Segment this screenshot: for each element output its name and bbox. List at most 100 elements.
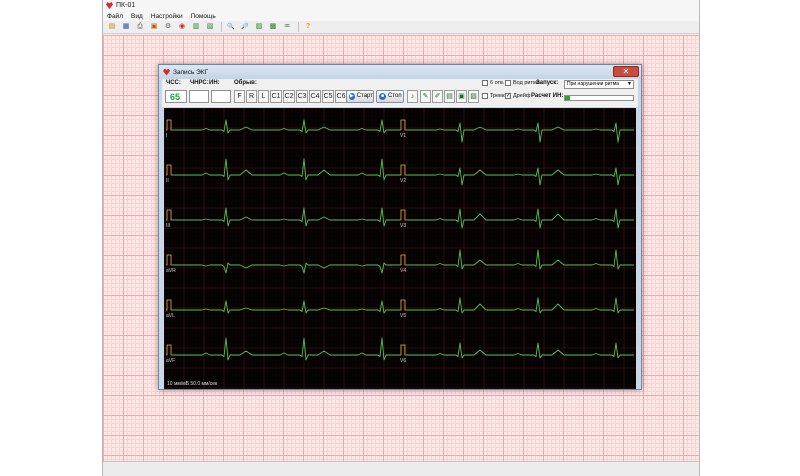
signal-icon[interactable]: ♒ bbox=[281, 21, 293, 33]
six-leads-checkbox[interactable]: 6 отв. bbox=[482, 80, 505, 86]
heart-rate-display: 65 bbox=[165, 90, 187, 103]
calibration-pulse bbox=[400, 164, 407, 176]
calibration-pulse bbox=[400, 119, 407, 131]
scale-status-text: 10 мм/мВ 50.0 мм/сек bbox=[167, 381, 218, 387]
ecg-record-dialog: Запись ЭКГ ✕ ЧСС: 65 ЧНРС: ИН: Обрыв: F … bbox=[158, 64, 642, 390]
menu-view[interactable]: Вид bbox=[127, 13, 147, 20]
lead-indicator-l: L bbox=[258, 90, 269, 103]
hm-label: ИН: bbox=[209, 80, 220, 86]
menu-file[interactable]: Файл bbox=[103, 13, 127, 20]
save-ecg-icon[interactable]: ▣ bbox=[456, 90, 467, 103]
pen-icon[interactable]: ✎ bbox=[420, 90, 431, 103]
lead-label-v6: V6 bbox=[400, 358, 406, 364]
lead-indicator-c1: C1 bbox=[270, 90, 282, 103]
print-icon[interactable]: ⎙ bbox=[134, 21, 146, 33]
heart-icon bbox=[163, 68, 170, 76]
save-icon[interactable]: ▦ bbox=[120, 21, 132, 33]
rhythm-calc-label: Расчет ИН: bbox=[531, 93, 564, 99]
lead-label-avr: aVR bbox=[166, 268, 176, 274]
analyze-icon[interactable]: ▨ bbox=[468, 90, 479, 103]
help-icon[interactable]: ? bbox=[302, 21, 314, 33]
menu-bar: Файл Вид Настройки Помощь bbox=[103, 11, 699, 21]
heart-icon bbox=[106, 2, 113, 9]
recording-controls: ЧСС: 65 ЧНРС: ИН: Обрыв: F R L C1 C2 C3 … bbox=[162, 79, 638, 107]
ecg-trace-avf bbox=[173, 337, 400, 361]
start-button-label: Старт bbox=[356, 93, 373, 99]
dialog-title-bar[interactable]: Запись ЭКГ ✕ bbox=[159, 65, 641, 79]
hm-display bbox=[211, 90, 231, 103]
analysis-icon[interactable]: ▧ bbox=[204, 21, 216, 33]
pvc-display bbox=[189, 90, 209, 103]
toolbar-separator bbox=[221, 22, 222, 32]
database-icon[interactable]: ▥ bbox=[190, 21, 202, 33]
checkbox-label: Дрейф bbox=[513, 93, 531, 99]
stop-button-label: Стоп bbox=[388, 93, 402, 99]
report-icon[interactable]: ▨ bbox=[253, 21, 265, 33]
rhythm-calc-progress-fill bbox=[565, 96, 571, 100]
checkbox-box bbox=[482, 93, 488, 99]
lead-label-ii: II bbox=[166, 178, 169, 184]
calibration-pulse bbox=[400, 299, 407, 311]
title-bar: ПК-01 bbox=[103, 0, 699, 11]
lead-indicator-f: F bbox=[234, 90, 245, 103]
trigger-select[interactable]: При нарушении ритма ▼ bbox=[564, 80, 634, 89]
lead-label-v3: V3 bbox=[400, 223, 406, 229]
lead-label-v2: V2 bbox=[400, 178, 406, 184]
zoom-out-icon[interactable]: 🔎 bbox=[239, 21, 251, 33]
calibration-pulse bbox=[400, 344, 407, 356]
trigger-label: Запуск: bbox=[536, 80, 559, 86]
dialog-title: Запись ЭКГ bbox=[173, 68, 209, 76]
settings-icon[interactable]: ⚙ bbox=[162, 21, 174, 33]
print-ecg-icon[interactable]: ▤ bbox=[444, 90, 455, 103]
ecg-trace-avl bbox=[173, 300, 400, 314]
lead-off-label: Обрыв: bbox=[234, 80, 257, 86]
toolbar: ▤ ▦ ⎙ ▣ ⚙ ◉ ▥ ▧ 🔍 🔎 ▨ ▩ ♒ ? bbox=[103, 21, 699, 34]
lead-indicator-c5: C5 bbox=[322, 90, 334, 103]
sound-icon[interactable]: ♪ bbox=[407, 90, 418, 103]
lead-indicator-c2: C2 bbox=[283, 90, 295, 103]
ecg-trace-iii bbox=[173, 207, 400, 227]
pacemaker-checkbox[interactable]: Вод ритма bbox=[505, 80, 540, 86]
rhythm-calc-progress bbox=[564, 95, 634, 101]
export-icon[interactable]: ▣ bbox=[148, 21, 160, 33]
checkbox-box-checked: ✓ bbox=[505, 93, 512, 99]
close-button[interactable]: ✕ bbox=[613, 66, 639, 77]
lead-label-i: I bbox=[166, 133, 167, 139]
lead-indicator-c3: C3 bbox=[296, 90, 308, 103]
record-icon[interactable]: ◉ bbox=[176, 21, 188, 33]
checkbox-label: 6 отв. bbox=[490, 80, 505, 86]
lead-label-avf: aVF bbox=[166, 358, 175, 364]
heart-rate-label: ЧСС: bbox=[166, 80, 181, 86]
lead-label-v4: V4 bbox=[400, 268, 406, 274]
lead-indicator-r: R bbox=[246, 90, 257, 103]
ecg-trace-ii bbox=[173, 158, 400, 181]
status-bar bbox=[103, 461, 699, 476]
checkbox-box bbox=[505, 80, 511, 86]
lead-label-v5: V5 bbox=[400, 313, 406, 319]
stop-icon: ■ bbox=[379, 93, 386, 100]
chevron-down-icon: ▼ bbox=[627, 81, 632, 87]
lead-label-iii: III bbox=[166, 223, 170, 229]
stop-button[interactable]: ■ Стоп bbox=[376, 90, 404, 103]
calibration-pulse bbox=[400, 209, 407, 221]
menu-help[interactable]: Помощь bbox=[187, 13, 220, 20]
lead-indicator-c4: C4 bbox=[309, 90, 321, 103]
start-button[interactable]: ▶ Старт bbox=[346, 90, 374, 103]
checkbox-box bbox=[482, 80, 488, 86]
lead-label-avl: aVL bbox=[166, 313, 175, 319]
ecg-trace-i bbox=[173, 119, 400, 134]
toolbar-separator bbox=[298, 22, 299, 32]
zoom-in-icon[interactable]: 🔍 bbox=[225, 21, 237, 33]
pvc-label: ЧНРС: bbox=[190, 80, 209, 86]
window-title: ПК-01 bbox=[116, 2, 136, 9]
marker-icon[interactable]: ✐ bbox=[432, 90, 443, 103]
open-icon[interactable]: ▤ bbox=[106, 21, 118, 33]
lead-label-v1: V1 bbox=[400, 133, 406, 139]
monitor-icon[interactable]: ▩ bbox=[267, 21, 279, 33]
ecg-traces: I V1 II V2 III V3 aVR V4 aVL V5 aVF V6 bbox=[164, 108, 636, 389]
ecg-display: I V1 II V2 III V3 aVR V4 aVL V5 aVF V6 10 мм/мВ 50.… bbox=[164, 108, 636, 389]
drift-filter-checkbox[interactable]: ✓ Дрейф bbox=[505, 93, 530, 99]
heart-rate-value: 65 bbox=[170, 92, 181, 102]
play-icon: ▶ bbox=[349, 93, 355, 100]
menu-settings[interactable]: Настройки bbox=[147, 13, 187, 20]
